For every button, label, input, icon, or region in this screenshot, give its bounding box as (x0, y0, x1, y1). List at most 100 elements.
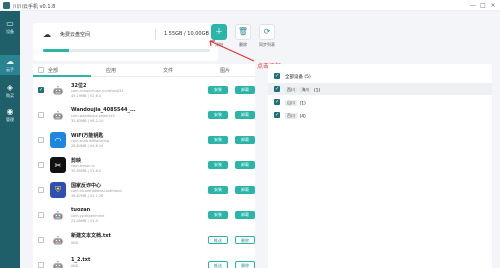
list-item[interactable]: ✓ 🤖 32位2 com.chuanchuan.yunshouji32 45.1… (33, 78, 255, 103)
android-icon: 🤖 (53, 210, 63, 220)
list-item[interactable]: ✂ 剪映 com.lemon.lv 30.90MB | V1.8.0 安装 卸载 (33, 153, 255, 178)
install-button[interactable]: 安装 (208, 111, 228, 119)
item-name: 1_2.txt (71, 257, 91, 263)
install-button[interactable]: 安装 (208, 136, 228, 144)
storage-title: 免费云盘空间 (60, 32, 91, 38)
active-tab-indicator (33, 75, 91, 77)
delete-file-button[interactable]: 删除 (235, 236, 255, 244)
item-name: WiFi万能钥匙 (71, 133, 104, 139)
item-checkbox[interactable] (38, 137, 44, 143)
item-package: com.lemon.lv (71, 164, 95, 168)
item-checkbox[interactable] (38, 212, 44, 218)
device-count: (1) (299, 101, 306, 106)
sidebar-item-cloud[interactable]: ☁ 云手 (0, 55, 20, 75)
sidebar-item-device[interactable]: ▭ 设备 (0, 17, 20, 37)
sidebar-item-purchase[interactable]: ◈ 购买 (0, 81, 20, 101)
item-meta: 45.19MB | V2.6.4 (71, 94, 102, 98)
android-icon: 🤖 (53, 235, 63, 245)
device-count: (4) (299, 114, 306, 119)
push-button[interactable]: 推送 (208, 236, 228, 244)
item-meta: 30.90MB | V1.8.0 (71, 169, 102, 173)
callout-arrow (209, 40, 255, 62)
sidebar-item-label: 购买 (6, 93, 14, 98)
list-item[interactable]: 🤖 新建文本文档.txt 0KB 推送 删除 (33, 228, 255, 253)
uninstall-button[interactable]: 卸载 (235, 211, 255, 219)
minimize-button[interactable]: — (468, 1, 478, 9)
item-package: com.hicorenational.antifraud (71, 189, 122, 193)
cart-icon: ◈ (6, 83, 14, 92)
wifi-icon: ◠ (50, 132, 66, 148)
window-controls: — □ × (468, 1, 498, 9)
uninstall-button[interactable]: 卸载 (235, 186, 255, 194)
sidebar: ▭ 设备 ☁ 云手 ◈ 购买 ◉ 管理 (0, 11, 20, 268)
select-all-checkbox[interactable] (38, 67, 44, 73)
list-item[interactable]: 🤖 Wandoujia_4085544_... com.wandoujia.ph… (33, 103, 255, 128)
divider (155, 29, 156, 40)
tab-apps[interactable]: 应用 (106, 67, 116, 74)
device-group-label: 西川 海川 (1) (285, 86, 321, 93)
uninstall-button[interactable]: 卸载 (235, 86, 255, 94)
list-item[interactable]: ⛨ 国家反诈中心 com.hicorenational.antifraud 36… (33, 178, 255, 203)
item-package: com.chuanchuan.yunshouji32 (71, 89, 124, 93)
device-tag: 百川 (285, 112, 297, 119)
item-checkbox[interactable] (38, 262, 44, 268)
maximize-button[interactable]: □ (478, 1, 488, 9)
title-bar: 川川云手机 v0.1.8 — □ × (0, 0, 500, 11)
device-checkbox[interactable]: ✓ (274, 112, 280, 118)
tab-images[interactable]: 图片 (220, 67, 230, 74)
device-group-label: 百川 (4) (285, 112, 306, 119)
device-count: (1) (313, 88, 321, 93)
item-meta: 28.84MB | V4.6.19 (71, 144, 104, 148)
android-icon: 🤖 (53, 260, 63, 268)
device-group-label: 山川 (1) (285, 99, 306, 106)
item-checkbox[interactable] (38, 237, 44, 243)
device-group-row[interactable]: ✓ 西川 海川 (1) (268, 83, 492, 95)
capcut-icon: ✂ (50, 157, 66, 173)
device-tag: 西川 (285, 86, 297, 93)
device-checkbox[interactable]: ✓ (274, 73, 280, 79)
device-group-row[interactable]: ✓ 山川 (1) (268, 96, 492, 108)
item-meta: 0KB (71, 241, 78, 245)
cloud-icon: ☁ (6, 57, 14, 66)
list-item[interactable]: 🤖 tuozan com.yy.experiment 22.45MB | V1.… (33, 203, 255, 228)
trash-icon: 🗑 (235, 24, 251, 40)
close-button[interactable]: × (488, 1, 498, 9)
sidebar-item-manage[interactable]: ◉ 管理 (0, 105, 20, 125)
device-all-row[interactable]: ✓ 全部设备 (5) (268, 70, 492, 82)
sidebar-item-label: 管理 (6, 117, 14, 122)
device-all-label: 全部设备 (5) (285, 74, 311, 80)
category-tabs: 全部 应用 文件 图片 (33, 64, 255, 77)
item-checkbox[interactable] (38, 162, 44, 168)
item-checkbox[interactable]: ✓ (38, 87, 44, 93)
item-checkbox[interactable] (38, 112, 44, 118)
list-item[interactable]: ◠ WiFi万能钥匙 com.snda.wifilocating 28.84MB… (33, 128, 255, 153)
uninstall-button[interactable]: 卸载 (235, 136, 255, 144)
sync-icon: ⟳ (259, 24, 275, 40)
install-button[interactable]: 安装 (208, 161, 228, 169)
tab-all[interactable]: 全部 (48, 67, 58, 74)
item-name: 国家反诈中心 (71, 183, 102, 189)
push-button[interactable]: 推送 (208, 261, 228, 268)
cloud-icon: ☁ (43, 30, 51, 39)
sidebar-item-label: 云手 (6, 67, 14, 72)
install-button[interactable]: 安装 (208, 86, 228, 94)
tab-files[interactable]: 文件 (163, 67, 173, 74)
android-icon: 🤖 (53, 85, 63, 95)
uninstall-button[interactable]: 卸载 (235, 161, 255, 169)
device-group-row[interactable]: ✓ 百川 (4) (268, 109, 492, 121)
uninstall-button[interactable]: 卸载 (235, 111, 255, 119)
item-checkbox[interactable] (38, 187, 44, 193)
add-icon: ＋ (211, 24, 227, 40)
item-meta: 0KB (71, 264, 78, 268)
list-item[interactable]: 🤖 1_2.txt 0KB 推送 删除 (33, 253, 255, 268)
item-meta: 36.87MB | V1.1.28 (71, 194, 104, 198)
file-list-panel: 全部 应用 文件 图片 ✓ 🤖 32位2 com.chuanchuan.yuns… (33, 64, 255, 268)
device-checkbox[interactable]: ✓ (274, 86, 280, 92)
delete-file-button[interactable]: 删除 (235, 261, 255, 268)
install-button[interactable]: 安装 (208, 186, 228, 194)
storage-size: 1.55GB / 10.00GB (164, 31, 209, 37)
device-tag: 山川 (285, 99, 297, 106)
item-meta: 35.83MB | V8.2.10 (71, 119, 104, 123)
device-checkbox[interactable]: ✓ (274, 99, 280, 105)
install-button[interactable]: 安装 (208, 211, 228, 219)
